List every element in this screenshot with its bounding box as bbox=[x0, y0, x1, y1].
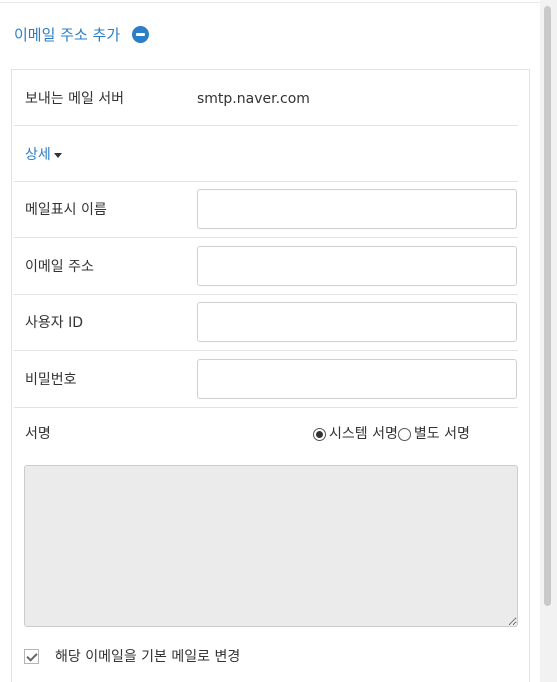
server-label: 보내는 메일 서버 bbox=[25, 91, 125, 107]
display-name-label: 메일표시 이름 bbox=[25, 202, 107, 218]
signature-label: 서명 bbox=[25, 426, 51, 442]
divider bbox=[14, 294, 518, 295]
separate-signature-label[interactable]: 별도 서명 bbox=[414, 424, 470, 444]
display-name-input[interactable] bbox=[197, 189, 517, 229]
email-label: 이메일 주소 bbox=[25, 259, 94, 275]
default-email-label[interactable]: 해당 이메일을 기본 메일로 변경 bbox=[55, 646, 240, 666]
caret-down-icon[interactable] bbox=[53, 153, 62, 158]
separate-signature-option[interactable]: 별도 서명 bbox=[397, 424, 470, 444]
divider bbox=[14, 407, 518, 408]
system-signature-radio[interactable] bbox=[313, 427, 326, 441]
detail-toggle[interactable]: 상세 bbox=[25, 145, 62, 165]
signature-radio-group: 시스템 서명 별도 서명 bbox=[313, 424, 470, 444]
system-signature-option[interactable]: 시스템 서명 bbox=[313, 424, 398, 444]
add-email-header[interactable]: 이메일 주소 추가 bbox=[14, 21, 150, 47]
signature-textarea[interactable] bbox=[24, 465, 518, 627]
detail-label[interactable]: 상세 bbox=[25, 145, 51, 165]
system-signature-label[interactable]: 시스템 서명 bbox=[329, 424, 398, 444]
divider bbox=[14, 237, 518, 238]
separate-signature-radio[interactable] bbox=[397, 427, 411, 441]
minus-circle-icon[interactable] bbox=[132, 25, 150, 43]
server-value: smtp.naver.com bbox=[197, 91, 310, 107]
scrollbar-thumb[interactable] bbox=[544, 6, 551, 606]
default-email-option[interactable]: 해당 이메일을 기본 메일로 변경 bbox=[24, 646, 240, 666]
password-input[interactable] bbox=[197, 359, 517, 399]
scrollbar[interactable] bbox=[540, 0, 557, 682]
email-settings-panel: 이메일 주소 추가 보내는 메일 서버 smtp.naver.com 상세 메일… bbox=[0, 0, 541, 682]
user-id-label: 사용자 ID bbox=[25, 315, 83, 331]
divider bbox=[14, 350, 518, 351]
divider bbox=[14, 181, 518, 182]
email-input[interactable] bbox=[197, 246, 517, 286]
add-email-title[interactable]: 이메일 주소 추가 bbox=[14, 24, 120, 45]
password-label: 비밀번호 bbox=[25, 372, 77, 388]
top-divider bbox=[0, 2, 540, 3]
divider bbox=[14, 125, 518, 126]
default-email-checkbox[interactable] bbox=[24, 648, 39, 664]
user-id-input[interactable] bbox=[197, 302, 517, 342]
